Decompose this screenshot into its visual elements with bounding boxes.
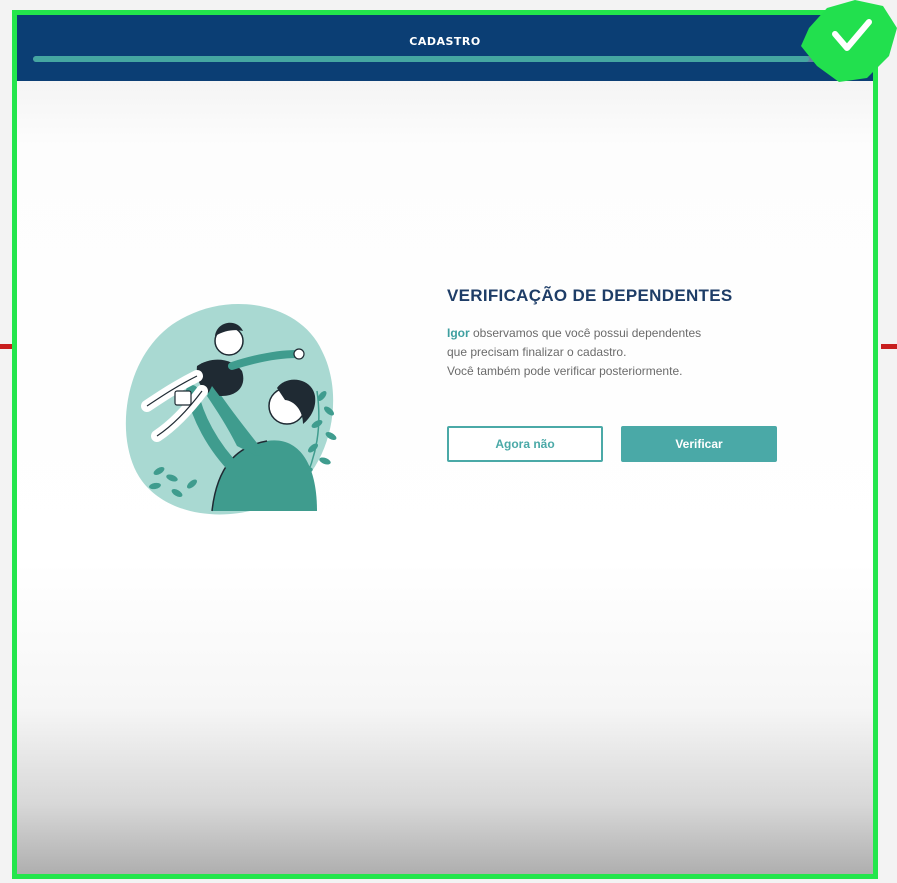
header-bar: CADASTRO [17,15,873,81]
description-line-1: Igor observamos que você possui dependen… [447,324,827,343]
right-divider-line [881,344,897,349]
verification-title: VERIFICAÇÃO DE DEPENDENTES [447,286,733,305]
verification-text-block: VERIFICAÇÃO DE DEPENDENTES Igor observam… [447,286,827,381]
verify-button[interactable]: Verificar [621,426,777,462]
check-icon [801,0,897,82]
app-frame: CADASTRO VERIFICAÇÃO DE DEPENDENTES Igor… [12,10,878,879]
description-line-1-text: observamos que você possui dependentes [469,326,702,340]
user-name: Igor [447,326,470,340]
verification-description: Igor observamos que você possui dependen… [447,324,827,381]
header-title: CADASTRO [409,35,481,48]
progress-bar [33,56,833,62]
progress-fill [33,56,809,62]
father-child-illustration [125,303,337,515]
description-line-2: que precisam finalizar o cadastro. [447,345,627,359]
not-now-button[interactable]: Agora não [447,426,603,462]
main-content: VERIFICAÇÃO DE DEPENDENTES Igor observam… [17,81,873,874]
description-line-3: Você também pode verificar posteriorment… [447,364,683,378]
